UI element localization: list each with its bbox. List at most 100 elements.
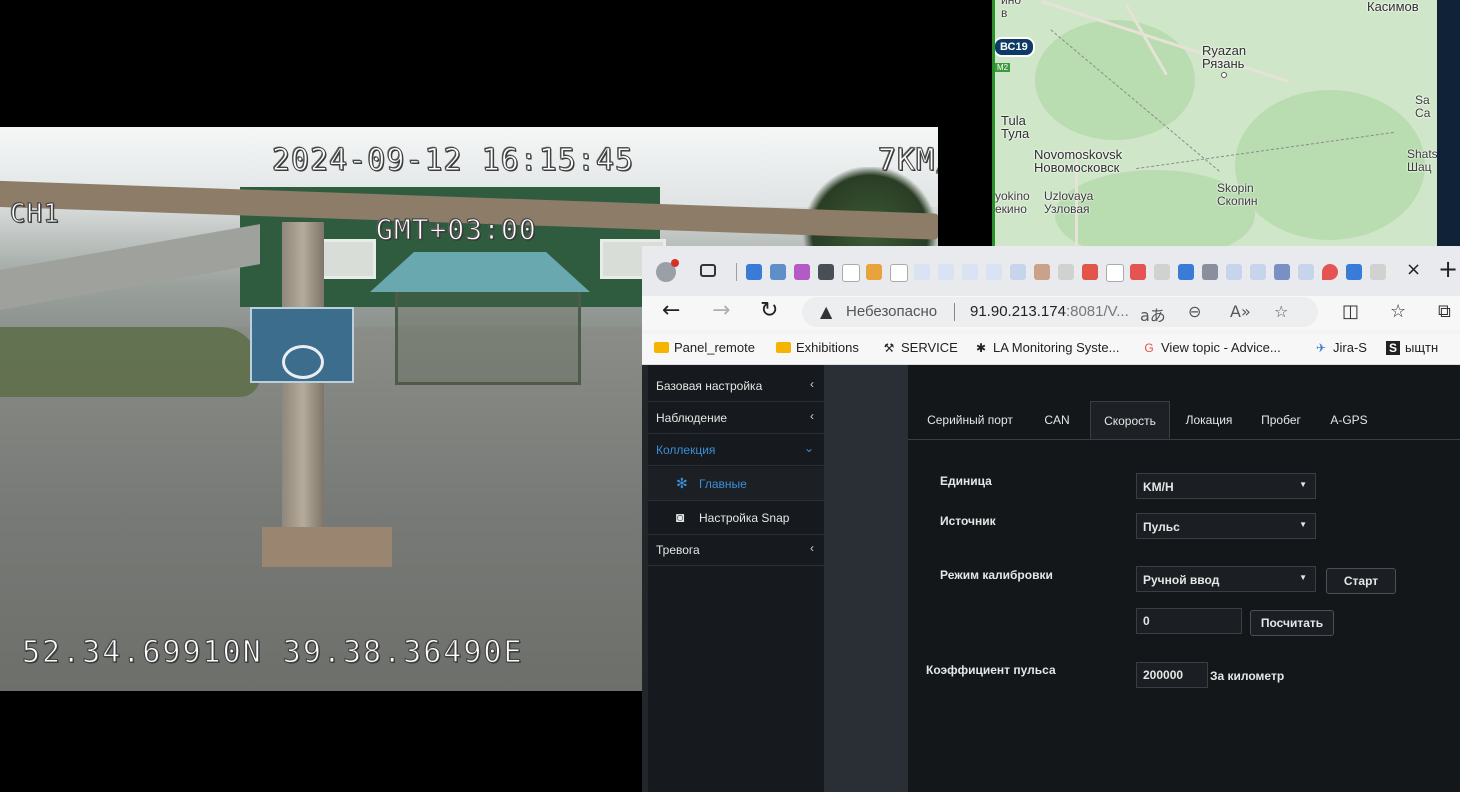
source-label: Источник: [940, 514, 996, 528]
tab-favicon-tools-icon[interactable]: [1370, 264, 1386, 280]
tab-favicon-red-icon[interactable]: [1130, 264, 1146, 280]
tab-favicon-arc-icon[interactable]: [770, 264, 786, 280]
map-city-kasimov: Касимов: [1367, 0, 1419, 14]
tools-icon: ⚒: [883, 340, 895, 355]
bookmark-jira[interactable]: ✈ Jira-S: [1314, 340, 1367, 355]
pulse-coefficient-input[interactable]: 200000: [1136, 662, 1208, 688]
tab-favicon-g-icon[interactable]: [938, 264, 954, 280]
camera-icon: ◙: [676, 509, 685, 525]
unit-label: Единица: [940, 474, 992, 488]
tab-favicon-g-icon[interactable]: [1106, 264, 1124, 282]
tab-favicon-jira-icon[interactable]: [746, 264, 762, 280]
split-screen-icon[interactable]: ◫: [1342, 301, 1359, 322]
content-gutter: [824, 365, 908, 792]
start-button[interactable]: Старт: [1326, 568, 1396, 594]
profile-avatar-icon[interactable]: [656, 259, 679, 282]
favorites-list-icon[interactable]: ☆: [1390, 301, 1406, 322]
tab-actions-icon[interactable]: [700, 264, 716, 277]
map-panel[interactable]: ино в Касимов ВС19 M2 Ryazan Рязань Tula Ту…: [992, 0, 1460, 246]
close-tab-icon[interactable]: ×: [1406, 259, 1421, 280]
chevron-left-icon: ‹: [810, 377, 814, 391]
sidebar-item-collection[interactable]: Коллекция ⌄: [648, 435, 824, 466]
map-edge: [1437, 0, 1460, 246]
bookmark-exhibitions[interactable]: Exhibitions: [776, 340, 859, 355]
sidebar-subitem-main[interactable]: ✻ Главные: [648, 467, 824, 501]
url-separator: [954, 303, 955, 321]
osd-timestamp: 2024-09-12 16:15:45: [271, 143, 635, 179]
bookmark-s[interactable]: Sыщтн: [1386, 340, 1438, 355]
tab-favicon-g-icon[interactable]: [914, 264, 930, 280]
tab-favicon-cross-icon[interactable]: [1226, 264, 1242, 280]
security-label[interactable]: Небезопасно: [846, 303, 937, 320]
tab-favicon-g-icon[interactable]: [986, 264, 1002, 280]
tab-favicon-tools-icon[interactable]: [1154, 264, 1170, 280]
jira-icon: ✈: [1315, 340, 1327, 355]
calculate-button[interactable]: Посчитать: [1250, 610, 1334, 636]
map-city-sa: Sa Са: [1415, 93, 1431, 120]
tab-favicon-cross-icon[interactable]: [1250, 264, 1266, 280]
pulse-coefficient-label: Коэффициент пульса: [926, 663, 1056, 677]
dropdown-arrow-icon: ▼: [1299, 573, 1307, 582]
tab-favicon-cross-icon[interactable]: [1298, 264, 1314, 280]
tab-can[interactable]: CAN: [1032, 401, 1082, 439]
tab-favicon-list-icon[interactable]: [794, 264, 810, 280]
tab-favicon-grid-icon[interactable]: [818, 264, 834, 280]
s-icon: S: [1386, 340, 1400, 355]
gear-icon: ✻: [676, 475, 688, 491]
camera-pole: [282, 222, 324, 552]
url-field[interactable]: ▲ Небезопасно 91.90.213.174:8081/V... aあ…: [802, 297, 1318, 327]
forward-arrow-icon[interactable]: →: [712, 298, 730, 323]
translate-icon[interactable]: aあ: [1140, 302, 1166, 326]
tab-favicon-jira-icon[interactable]: [1346, 264, 1362, 280]
tab-favicon-map-pin-icon[interactable]: [1322, 264, 1338, 280]
unit-select[interactable]: KM/H ▼: [1136, 473, 1316, 499]
read-aloud-icon[interactable]: A»: [1230, 302, 1251, 321]
tab-speed[interactable]: Скорость: [1090, 401, 1170, 439]
osd-speed: 7KM/H: [877, 143, 938, 179]
map-label-top-left: ино в: [1001, 0, 1022, 20]
tab-favicon-circle-icon[interactable]: [1202, 264, 1218, 280]
tab-favicon-jira-icon[interactable]: [1178, 264, 1194, 280]
tab-agps[interactable]: A-GPS: [1320, 401, 1378, 439]
map-city-skopin: Skopin Скопин: [1217, 181, 1258, 208]
tab-favicon-g-icon[interactable]: [962, 264, 978, 280]
sidebar-item-alarm[interactable]: Тревога ‹: [648, 535, 824, 566]
sidebar-subitem-snap-settings[interactable]: ◙ Настройка Snap: [648, 501, 824, 535]
tab-favicon-pdf-icon[interactable]: [1082, 264, 1098, 280]
tab-favicon-g-icon[interactable]: [890, 264, 908, 282]
tab-favicon-tools-icon[interactable]: [1058, 264, 1074, 280]
url-text[interactable]: 91.90.213.174:8081/V...: [970, 303, 1129, 320]
tab-favicon-vm-icon[interactable]: [1274, 264, 1290, 280]
new-tab-icon[interactable]: +: [1438, 255, 1458, 283]
camera-pole-base: [262, 527, 392, 567]
tab-mileage[interactable]: Пробег: [1254, 401, 1308, 439]
tab-favicon-g-icon[interactable]: [842, 264, 860, 282]
sidebar-item-monitoring[interactable]: Наблюдение ‹: [648, 403, 824, 434]
tab-strip: × +: [642, 246, 1460, 296]
back-arrow-icon[interactable]: ←: [662, 298, 680, 323]
source-select[interactable]: Пульс ▼: [1136, 513, 1316, 539]
camera-road: [0, 224, 260, 310]
calibration-mode-select[interactable]: Ручной ввод ▼: [1136, 566, 1316, 592]
bookmark-service[interactable]: ⚒ SERVICE: [882, 340, 958, 355]
tab-serial-port[interactable]: Серийный порт: [912, 401, 1028, 439]
map-city-uzlovaya: Uzlovaya Узловая: [1044, 189, 1094, 216]
camera-grass: [0, 327, 260, 397]
collections-icon[interactable]: ⧉: [1438, 301, 1451, 322]
reload-icon[interactable]: ↻: [760, 298, 778, 323]
map-forest: [1235, 90, 1425, 240]
bookmark-view-topic[interactable]: G View topic - Advice...: [1142, 340, 1280, 355]
sidebar-item-basic-settings[interactable]: Базовая настройка ‹: [648, 371, 824, 402]
tab-favicon-fire-icon[interactable]: [866, 264, 882, 280]
settings-content: Серийный порт CAN Скорость Локация Пробе…: [908, 365, 1460, 792]
tab-favicon-cross-icon[interactable]: [1010, 264, 1026, 280]
bookmark-panel-remote[interactable]: Panel_remote: [654, 340, 755, 355]
favorite-star-icon[interactable]: ☆: [1274, 302, 1288, 321]
zoom-out-icon[interactable]: ⊖: [1188, 302, 1201, 321]
osd-timezone: GMT+03:00: [376, 213, 537, 247]
pulse-count-input[interactable]: 0: [1136, 608, 1242, 634]
warning-triangle-icon[interactable]: ▲: [820, 302, 832, 321]
tab-favicon-bug-icon[interactable]: [1034, 264, 1050, 280]
bookmark-la-monitoring[interactable]: ✱ LA Monitoring Syste...: [974, 340, 1119, 355]
tab-location[interactable]: Локация: [1178, 401, 1240, 439]
